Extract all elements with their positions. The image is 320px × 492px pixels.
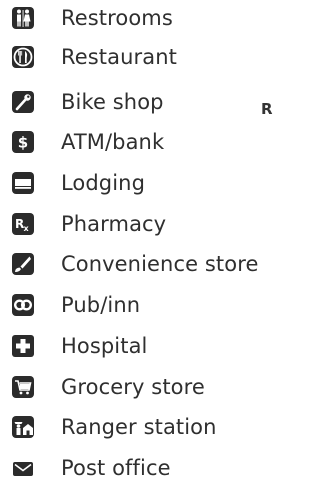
hospital-icon [11, 334, 35, 358]
legend-label: Post office [61, 456, 171, 480]
legend-label: Lodging [61, 171, 146, 195]
legend-label: Restaurant [61, 45, 177, 69]
pharmacy-icon: R x [11, 212, 35, 236]
legend-label: Hospital [61, 334, 148, 358]
restrooms-icon [11, 6, 35, 30]
convenience-store-icon [11, 252, 35, 276]
legend-label: Convenience store [61, 252, 259, 276]
svg-text:$: $ [18, 134, 28, 152]
legend-label: ATM/bank [61, 130, 165, 154]
bike-shop-icon [11, 90, 35, 114]
map-legend: Restrooms Restaurant Bike shop $ ATM/ban… [0, 0, 270, 492]
atm-bank-icon: $ [11, 130, 35, 154]
legend-label: Grocery store [61, 375, 205, 399]
post-office-icon [11, 456, 35, 480]
legend-label: Pharmacy [61, 212, 167, 236]
grocery-store-icon [11, 375, 35, 399]
legend-label: Pub/inn [61, 293, 141, 317]
legend-label: Ranger station [61, 415, 217, 439]
ranger-station-icon [11, 415, 35, 439]
svg-text:x: x [24, 224, 30, 233]
legend-label: Bike shop [61, 90, 164, 114]
clipped-edge-text: R [261, 100, 273, 118]
pub-inn-icon [11, 293, 35, 317]
legend-label: Restrooms [61, 6, 173, 30]
restaurant-icon [11, 45, 35, 69]
lodging-icon [11, 171, 35, 195]
